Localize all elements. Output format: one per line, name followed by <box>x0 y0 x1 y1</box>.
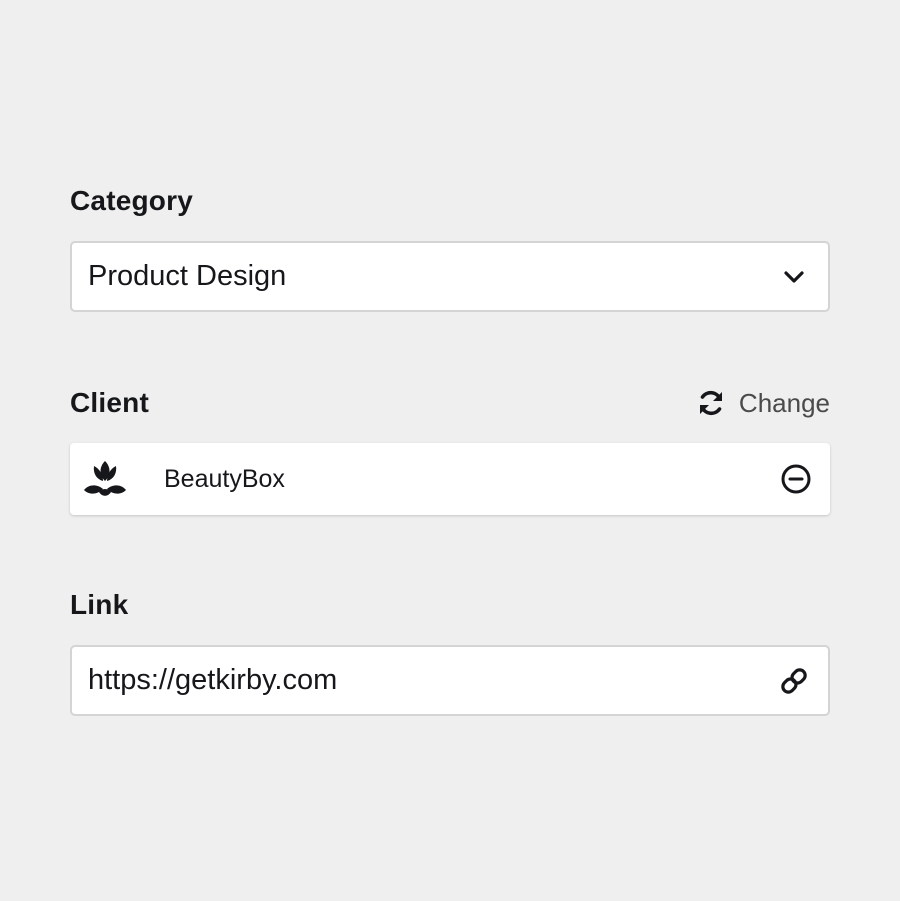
link-value[interactable]: https://getkirby.com <box>88 664 776 697</box>
category-header: Category <box>70 183 830 219</box>
category-select[interactable]: Product Design <box>70 241 830 312</box>
remove-circle-icon[interactable] <box>778 461 814 497</box>
link-header: Link <box>70 587 830 623</box>
refresh-icon <box>695 387 727 419</box>
link-icon[interactable] <box>776 663 812 699</box>
client-header: Client Change <box>70 385 830 421</box>
client-name: BeautyBox <box>164 464 285 493</box>
category-label: Category <box>70 185 193 216</box>
client-label: Client <box>70 387 149 418</box>
form: Category Product Design Client Change Be… <box>70 183 830 716</box>
chevron-down-icon[interactable] <box>776 259 812 295</box>
client-field: Client Change BeautyBox <box>70 385 830 515</box>
category-selected-value: Product Design <box>88 260 287 292</box>
link-label: Link <box>70 589 129 620</box>
change-label: Change <box>738 387 830 418</box>
client-item[interactable]: BeautyBox <box>70 443 830 515</box>
category-field: Category Product Design <box>70 183 830 312</box>
link-field: Link https://getkirby.com <box>70 587 830 716</box>
link-input[interactable]: https://getkirby.com <box>70 645 830 716</box>
change-client-button[interactable]: Change <box>695 387 830 419</box>
lotus-icon <box>82 456 128 502</box>
